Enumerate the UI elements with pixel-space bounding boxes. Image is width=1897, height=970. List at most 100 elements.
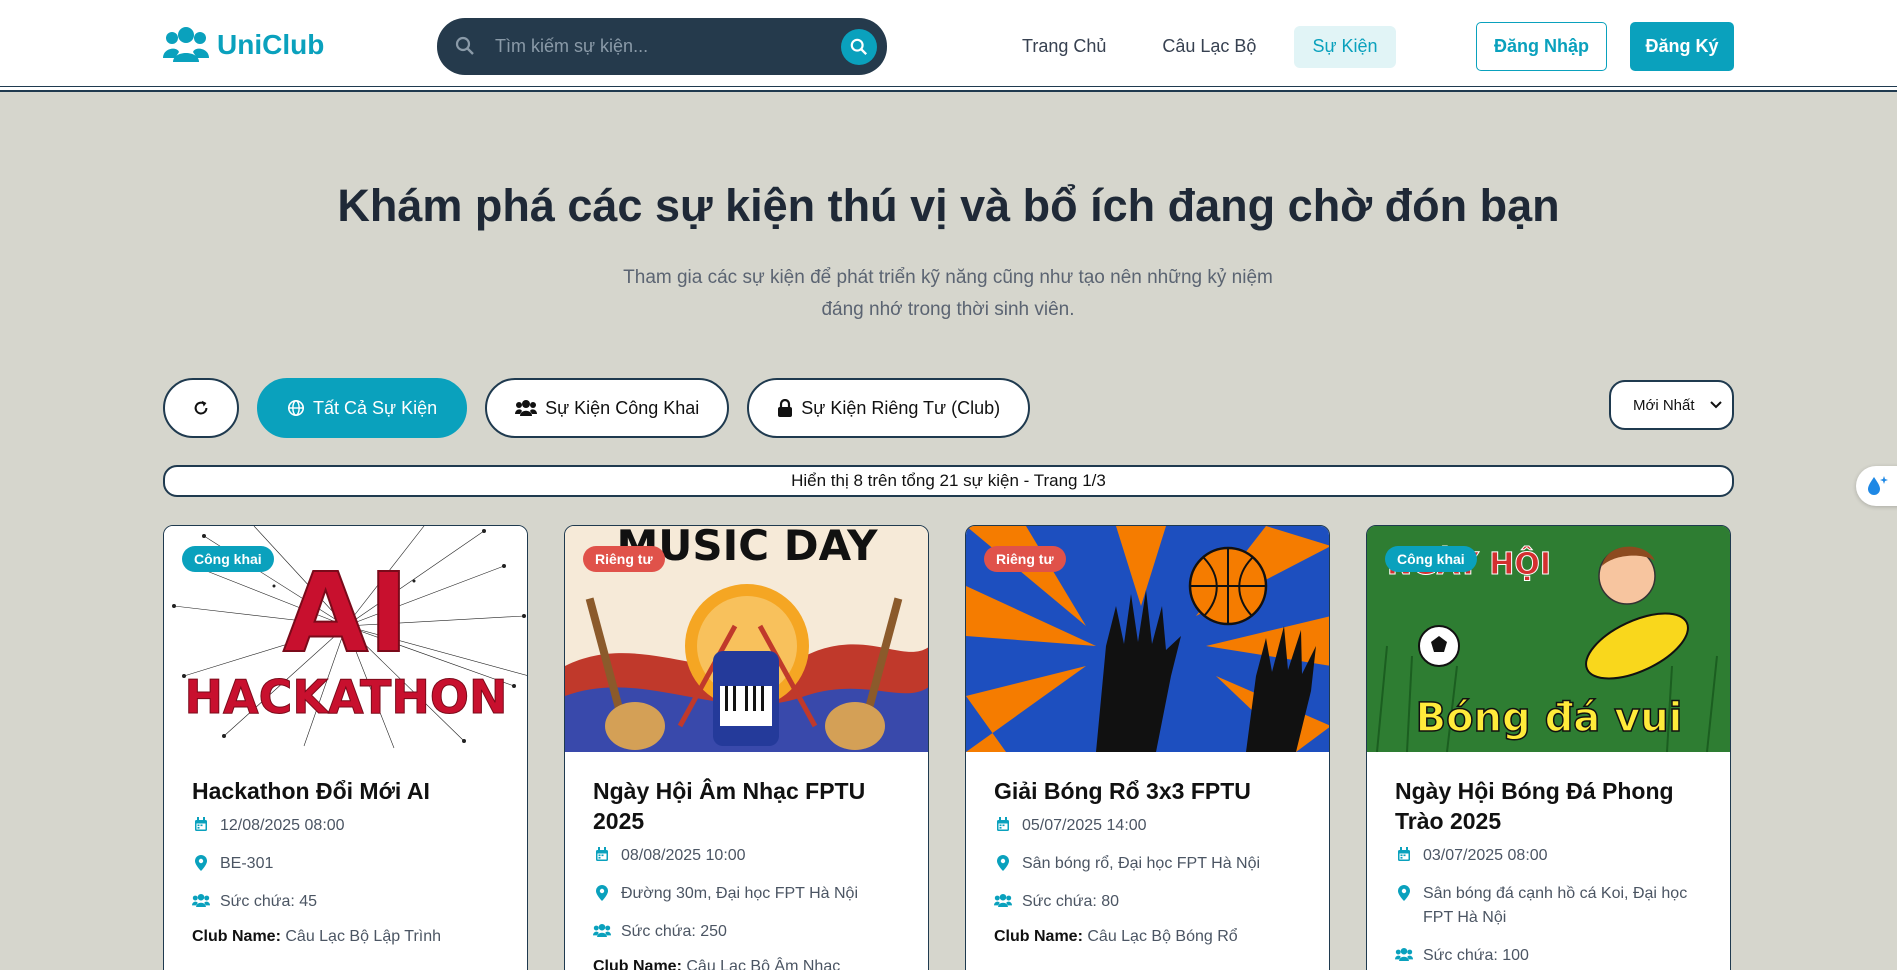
event-date-text: 12/08/2025 08:00 [220, 817, 345, 834]
event-title[interactable]: Giải Bóng Rổ 3x3 FPTU [994, 776, 1301, 806]
calendar-icon [195, 817, 207, 831]
refresh-button[interactable] [163, 378, 239, 438]
event-capacity-text: Sức chứa: 250 [621, 923, 727, 940]
event-image: Riêng tư [966, 526, 1329, 752]
chevron-down-icon [1710, 401, 1722, 409]
event-date: 08/08/2025 10:00 [593, 844, 900, 868]
event-image: NGÀY HỘI Bóng đá vui Công khai [1367, 526, 1730, 752]
login-button[interactable]: Đăng Nhập [1476, 22, 1607, 71]
visibility-badge: Công khai [182, 546, 274, 572]
event-title[interactable]: Ngày Hội Âm Nhạc FPTU 2025 [593, 776, 900, 836]
users-logo-icon [163, 27, 209, 62]
sort-selected-value: Mới Nhất [1633, 396, 1695, 414]
calendar-icon [997, 817, 1009, 831]
event-capacity-text: Sức chứa: 45 [220, 893, 318, 910]
header: UniClub Trang Chủ Câu Lạc Bộ Sự Kiện Đăn… [0, 0, 1897, 92]
club-name: Câu Lạc Bộ Bóng Rổ [1087, 928, 1238, 945]
filter-private-label: Sự Kiện Riêng Tư (Club) [801, 397, 1001, 418]
event-capacity-text: Sức chứa: 80 [1022, 893, 1120, 910]
club-name: Câu Lạc Bộ Âm Nhạc [686, 958, 841, 970]
visibility-badge: Công khai [1385, 546, 1477, 572]
club-label: Club Name: [593, 958, 682, 970]
event-capacity: Sức chứa: 80 [994, 890, 1301, 914]
refresh-icon [194, 400, 208, 415]
main-nav: Trang Chủ Câu Lạc Bộ Sự Kiện [1004, 26, 1396, 68]
club-name: Câu Lạc Bộ Lập Trình [285, 928, 442, 945]
event-card[interactable]: NGÀY HỘI Bóng đá vui Công khai Ngày Hội … [1366, 525, 1731, 970]
event-location: Sân bóng rổ, Đại học FPT Hà Nội [994, 852, 1301, 876]
subtitle-line-2: đáng nhớ trong thời sinh viên. [821, 299, 1075, 320]
location-pin-icon [997, 855, 1009, 871]
nav-clubs[interactable]: Câu Lạc Bộ [1144, 26, 1274, 68]
event-location-text: Sân bóng rổ, Đại học FPT Hà Nội [1022, 855, 1261, 872]
event-date-text: 03/07/2025 08:00 [1423, 847, 1548, 864]
page-title: Khám phá các sự kiện thú vị và bổ ích đa… [337, 180, 1560, 231]
event-image: MUSIC DAY Riêng tư [565, 526, 928, 752]
club-label: Club Name: [994, 928, 1083, 945]
register-button[interactable]: Đăng Ký [1630, 22, 1734, 71]
event-club: Club Name: Câu Lạc Bộ Âm Nhạc [593, 958, 900, 970]
search-button[interactable] [841, 29, 877, 65]
lock-icon [778, 399, 793, 417]
users-icon [1395, 947, 1413, 962]
page-subtitle: Tham gia các sự kiện để phát triển kỹ nă… [598, 262, 1298, 326]
search-input[interactable] [495, 30, 815, 63]
image-title-hackathon: HACKATHON [184, 670, 507, 724]
visibility-badge: Riêng tư [984, 546, 1066, 572]
event-club: Club Name: Câu Lạc Bộ Lập Trình [192, 928, 499, 946]
subtitle-line-1: Tham gia các sự kiện để phát triển kỹ nă… [623, 267, 1273, 288]
filter-public-events[interactable]: Sự Kiện Công Khai [485, 378, 730, 438]
calendar-icon [596, 847, 608, 861]
event-location: Sân bóng đá cạnh hồ cá Koi, Đại học FPT … [1395, 882, 1702, 930]
floating-tool-button[interactable] [1856, 466, 1897, 506]
filter-public-label: Sự Kiện Công Khai [545, 397, 700, 418]
logo[interactable]: UniClub [163, 26, 324, 64]
event-club: Club Name: Câu Lạc Bộ Bóng Rổ [994, 928, 1301, 946]
users-icon [515, 400, 538, 416]
search-bar [437, 18, 887, 75]
calendar-icon [1398, 847, 1410, 861]
image-title-ai: AI [283, 549, 409, 677]
event-date: 12/08/2025 08:00 [192, 814, 499, 838]
event-location-text: Đường 30m, Đại học FPT Hà Nội [621, 885, 858, 902]
event-capacity: Sức chứa: 250 [593, 920, 900, 944]
visibility-badge: Riêng tư [583, 546, 665, 572]
filter-all-events[interactable]: Tất Cả Sự Kiện [257, 378, 468, 438]
event-card[interactable]: Riêng tư Giải Bóng Rổ 3x3 FPTU 05/07/202… [965, 525, 1330, 970]
event-date-text: 08/08/2025 10:00 [621, 847, 746, 864]
drop-sparkle-icon [1868, 476, 1888, 495]
globe-icon [287, 399, 305, 417]
filter-private-events[interactable]: Sự Kiện Riêng Tư (Club) [747, 378, 1031, 438]
nav-home[interactable]: Trang Chủ [1004, 26, 1124, 68]
event-title[interactable]: Ngày Hội Bóng Đá Phong Trào 2025 [1395, 776, 1702, 836]
search-icon [455, 36, 474, 55]
users-icon [593, 923, 611, 938]
event-location: BE-301 [192, 852, 499, 876]
nav-events[interactable]: Sự Kiện [1294, 26, 1396, 68]
event-list: AI HACKATHON Công khai Hackathon Đổi Mới… [163, 525, 1731, 970]
logo-text: UniClub [217, 29, 325, 60]
club-label: Club Name: [192, 928, 281, 945]
event-location: Đường 30m, Đại học FPT Hà Nội [593, 882, 900, 906]
event-card[interactable]: AI HACKATHON Công khai Hackathon Đổi Mới… [163, 525, 528, 970]
location-pin-icon [1398, 885, 1410, 901]
event-image: AI HACKATHON Công khai [164, 526, 527, 752]
event-location-text: BE-301 [220, 855, 274, 872]
event-title[interactable]: Hackathon Đổi Mới AI [192, 776, 499, 806]
users-icon [994, 893, 1012, 908]
event-capacity-text: Sức chứa: 100 [1423, 947, 1529, 964]
event-capacity: Sức chứa: 45 [192, 890, 499, 914]
image-title-bong-da-vui: Bóng đá vui [1416, 695, 1683, 741]
users-icon [192, 893, 210, 908]
event-location-text: Sân bóng đá cạnh hồ cá Koi, Đại học FPT … [1423, 885, 1688, 926]
location-pin-icon [195, 855, 207, 871]
filter-bar: Tất Cả Sự Kiện Sự Kiện Công Khai Sự Kiện… [163, 378, 1031, 438]
filter-all-label: Tất Cả Sự Kiện [313, 397, 438, 418]
results-info: Hiển thị 8 trên tổng 21 sự kiện - Trang … [163, 465, 1734, 497]
event-card[interactable]: MUSIC DAY Riêng tư Ngày Hội Âm Nhạc FPTU… [564, 525, 929, 970]
event-capacity: Sức chứa: 100 [1395, 944, 1702, 968]
event-date: 03/07/2025 08:00 [1395, 844, 1702, 868]
event-date: 05/07/2025 14:00 [994, 814, 1301, 838]
location-pin-icon [596, 885, 608, 901]
sort-select[interactable]: Mới Nhất [1609, 380, 1734, 430]
